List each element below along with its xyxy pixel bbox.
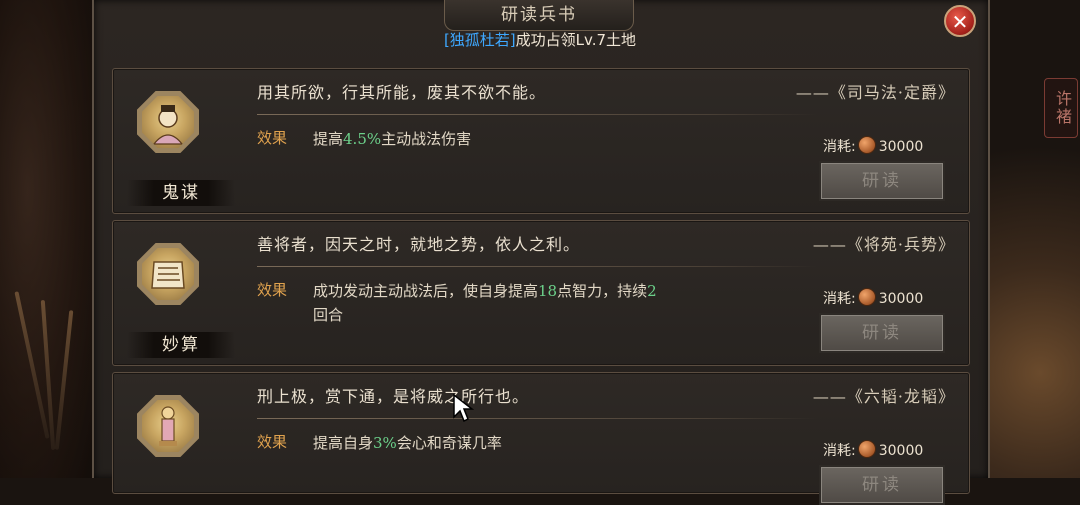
cost-display: 消耗: 30000 [823,288,923,308]
skill-emblem [137,395,199,457]
dialog-title: 研读兵书 [444,0,634,31]
divider [257,266,817,267]
book-source: ——《将苑·兵势》 [812,235,955,254]
book-quote: 用其所欲，行其所能，废其不欲不能。 [257,83,547,102]
skill-name: 鬼谋 [127,180,235,206]
player-name-link[interactable]: [独孤杜若] [444,31,516,49]
general-name-badge: 许褚 [1044,78,1078,138]
book-card-guimou: 鬼谋 用其所欲，行其所能，废其不欲不能。 ——《司马法·定爵》 效果 提高4.5… [112,68,970,214]
book-source: ——《司马法·定爵》 [795,83,955,102]
effect-label: 效果 [257,129,288,147]
divider [257,418,817,419]
scholar-portrait-icon [152,105,184,145]
book-quote: 善将者，因天之时，就地之势，依人之利。 [257,235,581,254]
skill-emblem [137,243,199,305]
background-brush [54,310,74,450]
book-card-miaosuan: 妙算 善将者，因天之时，就地之势，依人之利。 ——《将苑·兵势》 效果 成功发动… [112,220,970,366]
coin-icon [857,288,876,306]
background-right-general: 许褚 [980,0,1080,478]
effect-label: 效果 [257,433,288,451]
effect-label: 效果 [257,281,288,299]
effect-description: 成功发动主动战法后，使自身提高18点智力，持续2 回合 [313,282,657,324]
cost-display: 消耗: 30000 [823,440,923,460]
cursor-icon [453,393,474,423]
dialog-subtitle: [独孤杜若]成功占领Lv.7土地 [0,30,1080,50]
scroll-icon [151,261,185,289]
close-button[interactable]: ✕ [944,5,976,37]
coin-icon [857,440,876,458]
close-icon: ✕ [951,10,969,34]
background-left-scene [0,0,92,478]
statue-icon [159,406,177,446]
cost-display: 消耗: 30000 [823,136,923,156]
subtitle-text: 成功占领Lv.7土地 [515,31,637,49]
skill-emblem [137,91,199,153]
study-button[interactable]: 研读 [819,465,945,505]
study-button[interactable]: 研读 [819,161,945,201]
book-card-third: 刑上极，赏下通，是将威之所行也。 ——《六韬·龙韬》 效果 提高自身3%会心和奇… [112,372,970,505]
effect-description: 提高4.5%主动战法伤害 [313,130,472,148]
book-source: ——《六韬·龙韬》 [812,387,955,406]
effect-description: 提高自身3%会心和奇谋几率 [313,434,502,452]
coin-icon [857,136,876,154]
study-button[interactable]: 研读 [819,313,945,353]
divider [257,114,817,115]
book-quote: 刑上极，赏下通，是将威之所行也。 [257,387,530,406]
skill-name: 妙算 [127,332,235,358]
